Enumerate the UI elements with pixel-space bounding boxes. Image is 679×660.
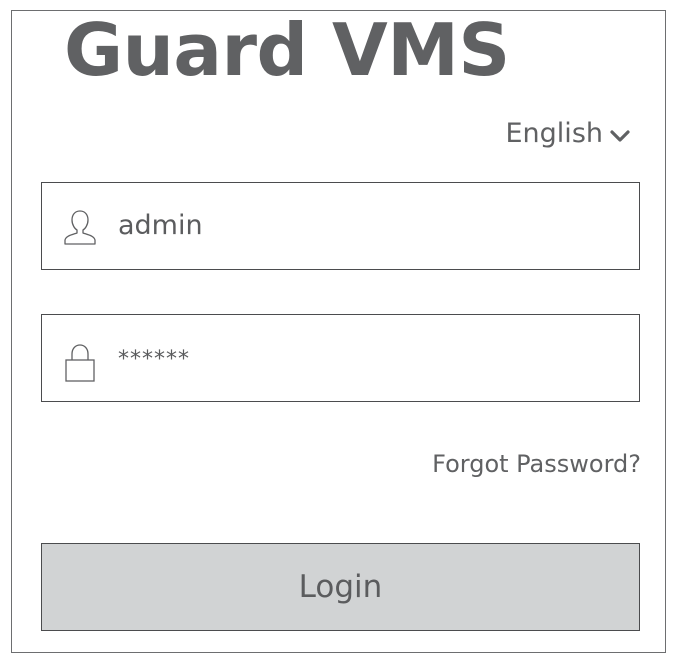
language-label: English	[505, 118, 604, 149]
login-button[interactable]: Login	[41, 543, 640, 631]
username-field[interactable]: admin	[41, 182, 640, 270]
password-input[interactable]: ******	[118, 347, 190, 372]
chevron-down-icon	[610, 129, 630, 142]
app-title: Guard VMS	[64, 8, 510, 92]
user-icon	[64, 210, 96, 245]
language-selector[interactable]: English	[506, 118, 632, 149]
username-input[interactable]: admin	[118, 210, 203, 241]
lock-icon	[65, 344, 95, 382]
password-field[interactable]: ******	[41, 314, 640, 402]
forgot-password-link[interactable]: Forgot Password?	[432, 450, 641, 478]
